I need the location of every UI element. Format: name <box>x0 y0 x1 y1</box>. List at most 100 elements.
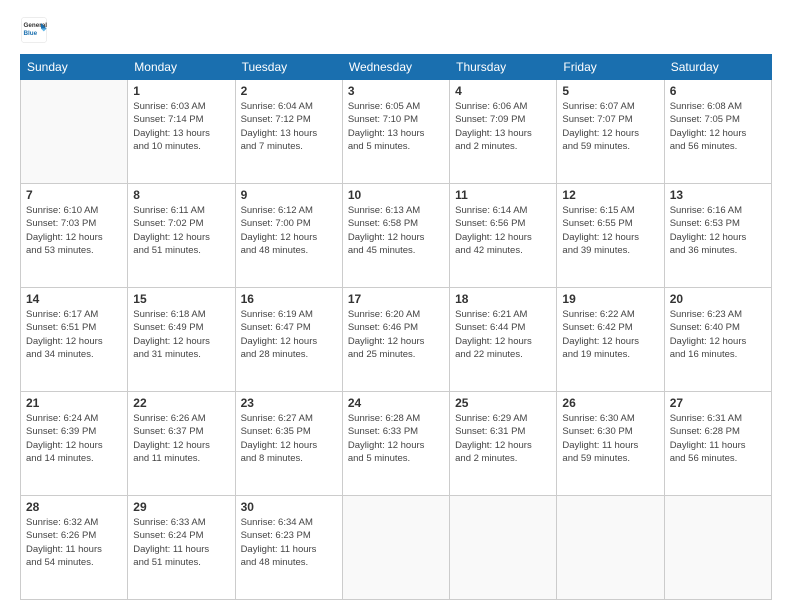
calendar-cell: 13Sunrise: 6:16 AM Sunset: 6:53 PM Dayli… <box>664 184 771 288</box>
calendar-cell: 24 Sunrise: 6:28 AM Sunset: 6:33 PM Dayli… <box>342 392 449 496</box>
day-number: 28 <box>26 500 122 514</box>
day-number: 30 <box>241 500 337 514</box>
calendar-cell: 3 Sunrise: 6:05 AM Sunset: 7:10 PM Daylig… <box>342 80 449 184</box>
calendar-cell: 5 Sunrise: 6:07 AM Sunset: 7:07 PM Daylig… <box>557 80 664 184</box>
day-info: Sunrise: 6:15 AM Sunset: 6:55 PM Dayligh… <box>562 204 658 257</box>
day-number: 6 <box>670 84 766 98</box>
day-info: Sunrise: 6:14 AM Sunset: 6:56 PM Dayligh… <box>455 204 551 257</box>
calendar-week-row: 14 Sunrise: 6:17 AM Sunset: 6:51 PM Dayli… <box>21 288 772 392</box>
day-info: Sunrise: 6:06 AM Sunset: 7:09 PM Dayligh… <box>455 100 551 153</box>
day-info: Sunrise: 6:04 AM Sunset: 7:12 PM Dayligh… <box>241 100 337 153</box>
day-of-week-header: Wednesday <box>342 55 449 80</box>
day-number: 3 <box>348 84 444 98</box>
calendar-cell: 9 Sunrise: 6:12 AM Sunset: 7:00 PM Daylig… <box>235 184 342 288</box>
calendar-week-row: 1 Sunrise: 6:03 AM Sunset: 7:14 PM Daylig… <box>21 80 772 184</box>
calendar-week-row: 28 Sunrise: 6:32 AM Sunset: 6:26 PM Dayli… <box>21 496 772 600</box>
day-of-week-header: Tuesday <box>235 55 342 80</box>
day-info: Sunrise: 6:23 AM Sunset: 6:40 PM Dayligh… <box>670 308 766 361</box>
day-number: 14 <box>26 292 122 306</box>
day-info: Sunrise: 6:22 AM Sunset: 6:42 PM Dayligh… <box>562 308 658 361</box>
calendar-cell: 1 Sunrise: 6:03 AM Sunset: 7:14 PM Daylig… <box>128 80 235 184</box>
calendar-cell: 28 Sunrise: 6:32 AM Sunset: 6:26 PM Dayli… <box>21 496 128 600</box>
day-info: Sunrise: 6:29 AM Sunset: 6:31 PM Dayligh… <box>455 412 551 465</box>
day-info: Sunrise: 6:07 AM Sunset: 7:07 PM Dayligh… <box>562 100 658 153</box>
day-info: Sunrise: 6:28 AM Sunset: 6:33 PM Dayligh… <box>348 412 444 465</box>
day-info: Sunrise: 6:16 AM Sunset: 6:53 PM Dayligh… <box>670 204 766 257</box>
page-header: General Blue <box>20 16 772 44</box>
calendar-cell: 25 Sunrise: 6:29 AM Sunset: 6:31 PM Dayli… <box>450 392 557 496</box>
day-info: Sunrise: 6:27 AM Sunset: 6:35 PM Dayligh… <box>241 412 337 465</box>
logo-icon: General Blue <box>20 16 48 44</box>
day-info: Sunrise: 6:26 AM Sunset: 6:37 PM Dayligh… <box>133 412 229 465</box>
day-number: 27 <box>670 396 766 410</box>
calendar-cell: 8 Sunrise: 6:11 AM Sunset: 7:02 PM Daylig… <box>128 184 235 288</box>
calendar-cell: 10 Sunrise: 6:13 AM Sunset: 6:58 PM Dayli… <box>342 184 449 288</box>
day-number: 25 <box>455 396 551 410</box>
day-number: 29 <box>133 500 229 514</box>
calendar-cell: 18 Sunrise: 6:21 AM Sunset: 6:44 PM Dayli… <box>450 288 557 392</box>
calendar-cell: 30 Sunrise: 6:34 AM Sunset: 6:23 PM Dayli… <box>235 496 342 600</box>
day-info: Sunrise: 6:17 AM Sunset: 6:51 PM Dayligh… <box>26 308 122 361</box>
calendar-cell <box>342 496 449 600</box>
day-of-week-header: Sunday <box>21 55 128 80</box>
day-info: Sunrise: 6:03 AM Sunset: 7:14 PM Dayligh… <box>133 100 229 153</box>
day-info: Sunrise: 6:12 AM Sunset: 7:00 PM Dayligh… <box>241 204 337 257</box>
day-number: 22 <box>133 396 229 410</box>
day-info: Sunrise: 6:11 AM Sunset: 7:02 PM Dayligh… <box>133 204 229 257</box>
day-number: 20 <box>670 292 766 306</box>
calendar-cell: 19Sunrise: 6:22 AM Sunset: 6:42 PM Dayli… <box>557 288 664 392</box>
day-number: 5 <box>562 84 658 98</box>
day-number: 1 <box>133 84 229 98</box>
calendar-week-row: 21Sunrise: 6:24 AM Sunset: 6:39 PM Dayli… <box>21 392 772 496</box>
calendar-cell: 4 Sunrise: 6:06 AM Sunset: 7:09 PM Daylig… <box>450 80 557 184</box>
day-info: Sunrise: 6:21 AM Sunset: 6:44 PM Dayligh… <box>455 308 551 361</box>
calendar-header-row: SundayMondayTuesdayWednesdayThursdayFrid… <box>21 55 772 80</box>
day-number: 10 <box>348 188 444 202</box>
day-of-week-header: Saturday <box>664 55 771 80</box>
day-of-week-header: Thursday <box>450 55 557 80</box>
calendar-table: SundayMondayTuesdayWednesdayThursdayFrid… <box>20 54 772 600</box>
day-info: Sunrise: 6:30 AM Sunset: 6:30 PM Dayligh… <box>562 412 658 465</box>
day-number: 17 <box>348 292 444 306</box>
day-info: Sunrise: 6:24 AM Sunset: 6:39 PM Dayligh… <box>26 412 122 465</box>
calendar-cell: 23Sunrise: 6:27 AM Sunset: 6:35 PM Dayli… <box>235 392 342 496</box>
day-number: 8 <box>133 188 229 202</box>
day-info: Sunrise: 6:34 AM Sunset: 6:23 PM Dayligh… <box>241 516 337 569</box>
day-number: 15 <box>133 292 229 306</box>
day-of-week-header: Friday <box>557 55 664 80</box>
day-number: 26 <box>562 396 658 410</box>
day-info: Sunrise: 6:33 AM Sunset: 6:24 PM Dayligh… <box>133 516 229 569</box>
calendar-cell: 15 Sunrise: 6:18 AM Sunset: 6:49 PM Dayli… <box>128 288 235 392</box>
calendar-cell: 22 Sunrise: 6:26 AM Sunset: 6:37 PM Dayli… <box>128 392 235 496</box>
day-info: Sunrise: 6:20 AM Sunset: 6:46 PM Dayligh… <box>348 308 444 361</box>
calendar-cell: 20 Sunrise: 6:23 AM Sunset: 6:40 PM Dayli… <box>664 288 771 392</box>
day-number: 18 <box>455 292 551 306</box>
day-number: 4 <box>455 84 551 98</box>
calendar-cell: 12Sunrise: 6:15 AM Sunset: 6:55 PM Dayli… <box>557 184 664 288</box>
calendar-cell: 2Sunrise: 6:04 AM Sunset: 7:12 PM Daylig… <box>235 80 342 184</box>
calendar-cell: 14 Sunrise: 6:17 AM Sunset: 6:51 PM Dayli… <box>21 288 128 392</box>
day-info: Sunrise: 6:05 AM Sunset: 7:10 PM Dayligh… <box>348 100 444 153</box>
day-info: Sunrise: 6:13 AM Sunset: 6:58 PM Dayligh… <box>348 204 444 257</box>
svg-text:Blue: Blue <box>24 30 38 37</box>
calendar-cell: 27Sunrise: 6:31 AM Sunset: 6:28 PM Dayli… <box>664 392 771 496</box>
calendar-cell: 21Sunrise: 6:24 AM Sunset: 6:39 PM Dayli… <box>21 392 128 496</box>
calendar-cell: 16 Sunrise: 6:19 AM Sunset: 6:47 PM Dayli… <box>235 288 342 392</box>
day-info: Sunrise: 6:18 AM Sunset: 6:49 PM Dayligh… <box>133 308 229 361</box>
calendar-cell <box>664 496 771 600</box>
calendar-cell: 17 Sunrise: 6:20 AM Sunset: 6:46 PM Dayli… <box>342 288 449 392</box>
day-number: 16 <box>241 292 337 306</box>
day-info: Sunrise: 6:19 AM Sunset: 6:47 PM Dayligh… <box>241 308 337 361</box>
calendar-cell <box>21 80 128 184</box>
calendar-cell: 7 Sunrise: 6:10 AM Sunset: 7:03 PM Daylig… <box>21 184 128 288</box>
day-number: 7 <box>26 188 122 202</box>
day-of-week-header: Monday <box>128 55 235 80</box>
day-number: 9 <box>241 188 337 202</box>
day-info: Sunrise: 6:32 AM Sunset: 6:26 PM Dayligh… <box>26 516 122 569</box>
day-info: Sunrise: 6:10 AM Sunset: 7:03 PM Dayligh… <box>26 204 122 257</box>
day-number: 24 <box>348 396 444 410</box>
day-number: 11 <box>455 188 551 202</box>
calendar-cell: 6Sunrise: 6:08 AM Sunset: 7:05 PM Daylig… <box>664 80 771 184</box>
calendar-cell: 11 Sunrise: 6:14 AM Sunset: 6:56 PM Dayli… <box>450 184 557 288</box>
calendar-cell: 29 Sunrise: 6:33 AM Sunset: 6:24 PM Dayli… <box>128 496 235 600</box>
